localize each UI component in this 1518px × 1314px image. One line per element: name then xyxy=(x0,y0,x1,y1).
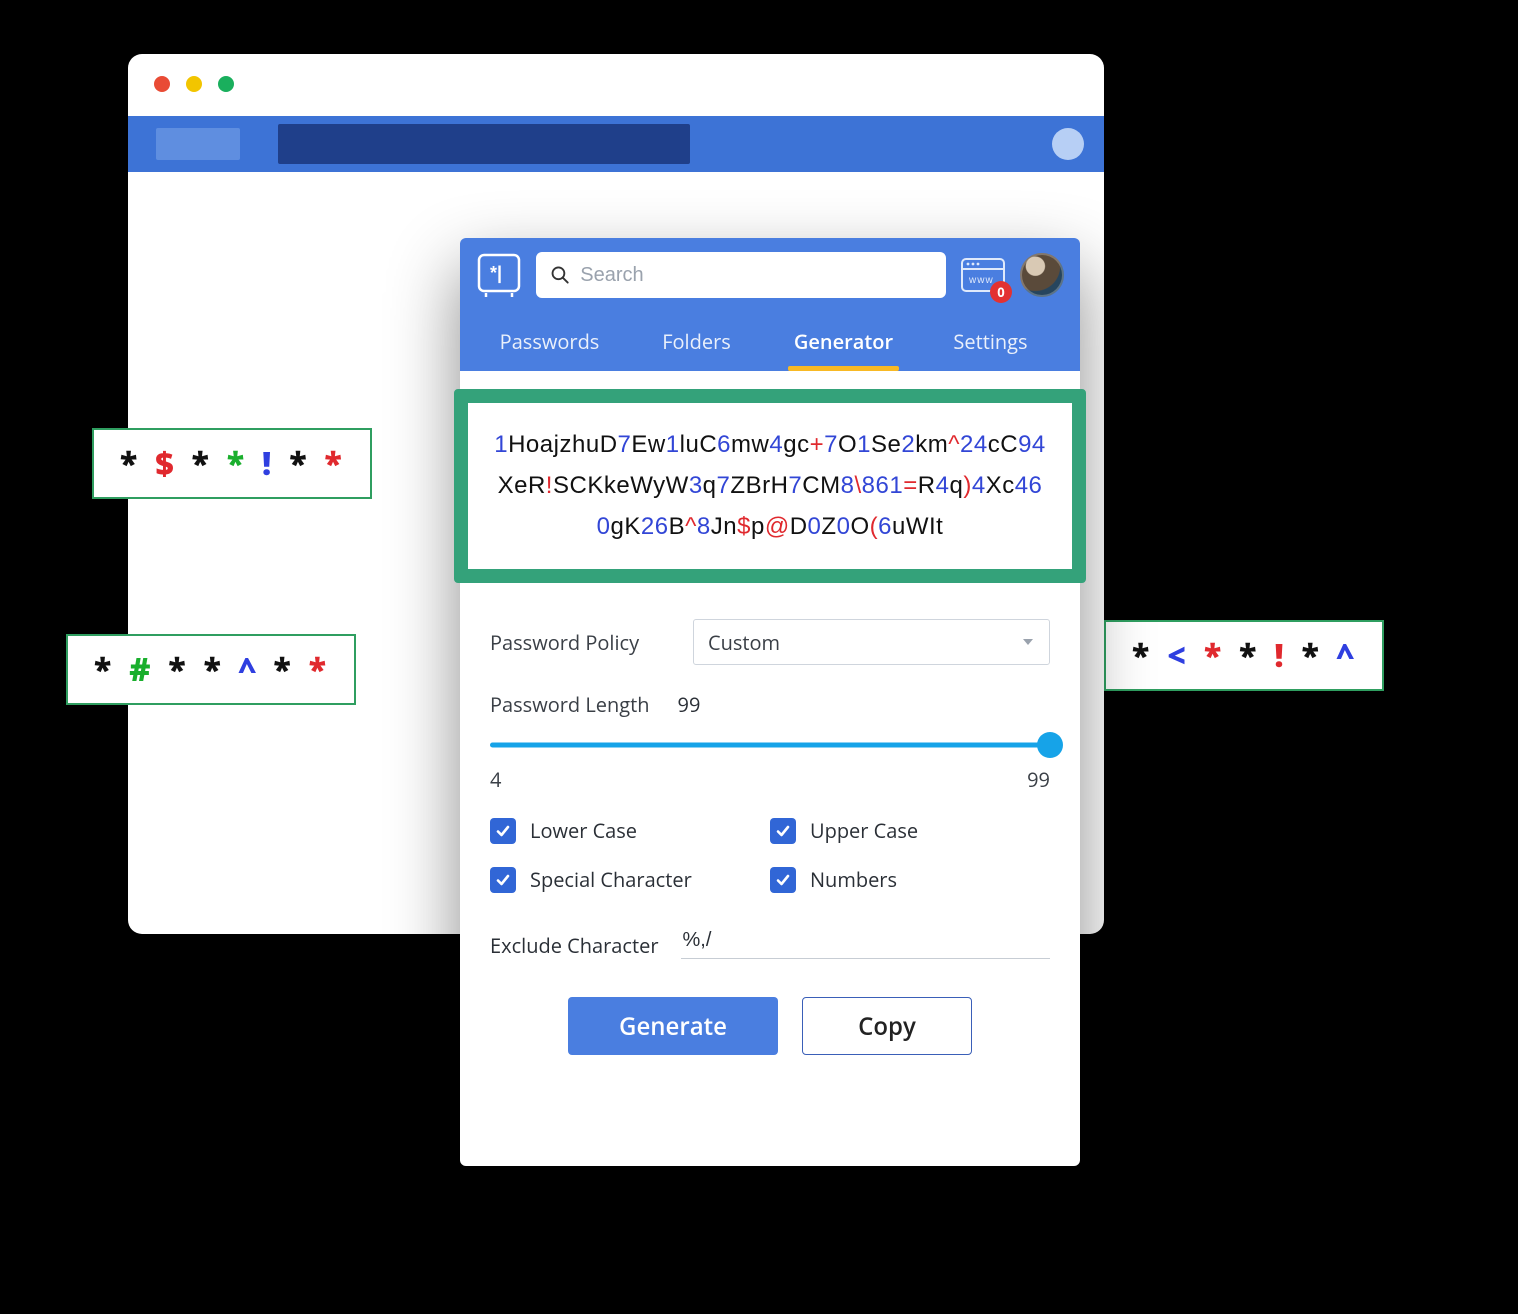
web-access-button[interactable]: www 0 xyxy=(960,255,1006,295)
tab-passwords[interactable]: Passwords xyxy=(476,316,623,371)
user-avatar[interactable] xyxy=(1020,253,1064,297)
policy-select[interactable]: Custom xyxy=(693,619,1050,665)
slider-min: 4 xyxy=(490,766,501,793)
tab-settings[interactable]: Settings xyxy=(917,316,1064,371)
search-icon xyxy=(550,264,570,286)
svg-text:www: www xyxy=(968,275,994,286)
lower-case-label: Lower Case xyxy=(530,817,637,844)
generate-button[interactable]: Generate xyxy=(568,997,778,1055)
chevron-down-icon xyxy=(1021,635,1035,649)
browser-toolbar xyxy=(128,116,1104,172)
password-manager-panel: *| www 0 PasswordsFoldersGener xyxy=(460,238,1080,1166)
vault-icon: *| xyxy=(476,252,522,298)
minimize-window-dot[interactable] xyxy=(186,76,202,92)
checkbox-checked-icon xyxy=(770,867,796,893)
copy-button[interactable]: Copy xyxy=(802,997,972,1055)
policy-select-value: Custom xyxy=(708,629,780,656)
upper-case-checkbox[interactable]: Upper Case xyxy=(770,817,1050,844)
notification-badge: 0 xyxy=(990,281,1012,303)
maximize-window-dot[interactable] xyxy=(218,76,234,92)
decor-badge-c: *<**!*^ xyxy=(1104,620,1384,691)
exclude-input[interactable] xyxy=(681,923,1050,959)
checkbox-checked-icon xyxy=(770,818,796,844)
decor-badge-b: *#**^** xyxy=(66,634,356,705)
search-input[interactable] xyxy=(580,264,932,287)
tab-generator[interactable]: Generator xyxy=(770,316,917,371)
tab-folders[interactable]: Folders xyxy=(623,316,770,371)
checkbox-checked-icon xyxy=(490,867,516,893)
upper-case-label: Upper Case xyxy=(810,817,918,844)
numbers-checkbox[interactable]: Numbers xyxy=(770,866,1050,893)
slider-track xyxy=(490,743,1050,748)
policy-label: Password Policy xyxy=(490,629,675,656)
close-window-dot[interactable] xyxy=(154,76,170,92)
browser-address-bar[interactable] xyxy=(278,124,690,164)
slider-max: 99 xyxy=(1027,766,1050,793)
checkbox-checked-icon xyxy=(490,818,516,844)
special-char-label: Special Character xyxy=(530,866,692,893)
length-value: 99 xyxy=(678,691,701,718)
generated-password-display: 1HoajzhuD7Ew1luC6mw4gc+7O1Se2km^24cC94Xe… xyxy=(454,389,1086,583)
special-char-checkbox[interactable]: Special Character xyxy=(490,866,770,893)
browser-back-button[interactable] xyxy=(156,128,240,160)
search-field[interactable] xyxy=(536,252,946,298)
panel-tabs: PasswordsFoldersGeneratorSettings xyxy=(476,316,1064,371)
length-label: Password Length xyxy=(490,691,650,718)
numbers-label: Numbers xyxy=(810,866,897,893)
lower-case-checkbox[interactable]: Lower Case xyxy=(490,817,770,844)
length-slider[interactable] xyxy=(490,732,1050,758)
decor-badge-a: *$**!** xyxy=(92,428,372,499)
browser-profile-avatar[interactable] xyxy=(1052,128,1084,160)
exclude-label: Exclude Character xyxy=(490,932,659,959)
svg-text:*|: *| xyxy=(490,263,502,283)
generator-form: Password Policy Custom Password Length 9… xyxy=(460,583,1080,1095)
slider-thumb[interactable] xyxy=(1037,732,1063,758)
panel-header: *| www 0 PasswordsFoldersGener xyxy=(460,238,1080,371)
window-controls xyxy=(154,76,234,92)
